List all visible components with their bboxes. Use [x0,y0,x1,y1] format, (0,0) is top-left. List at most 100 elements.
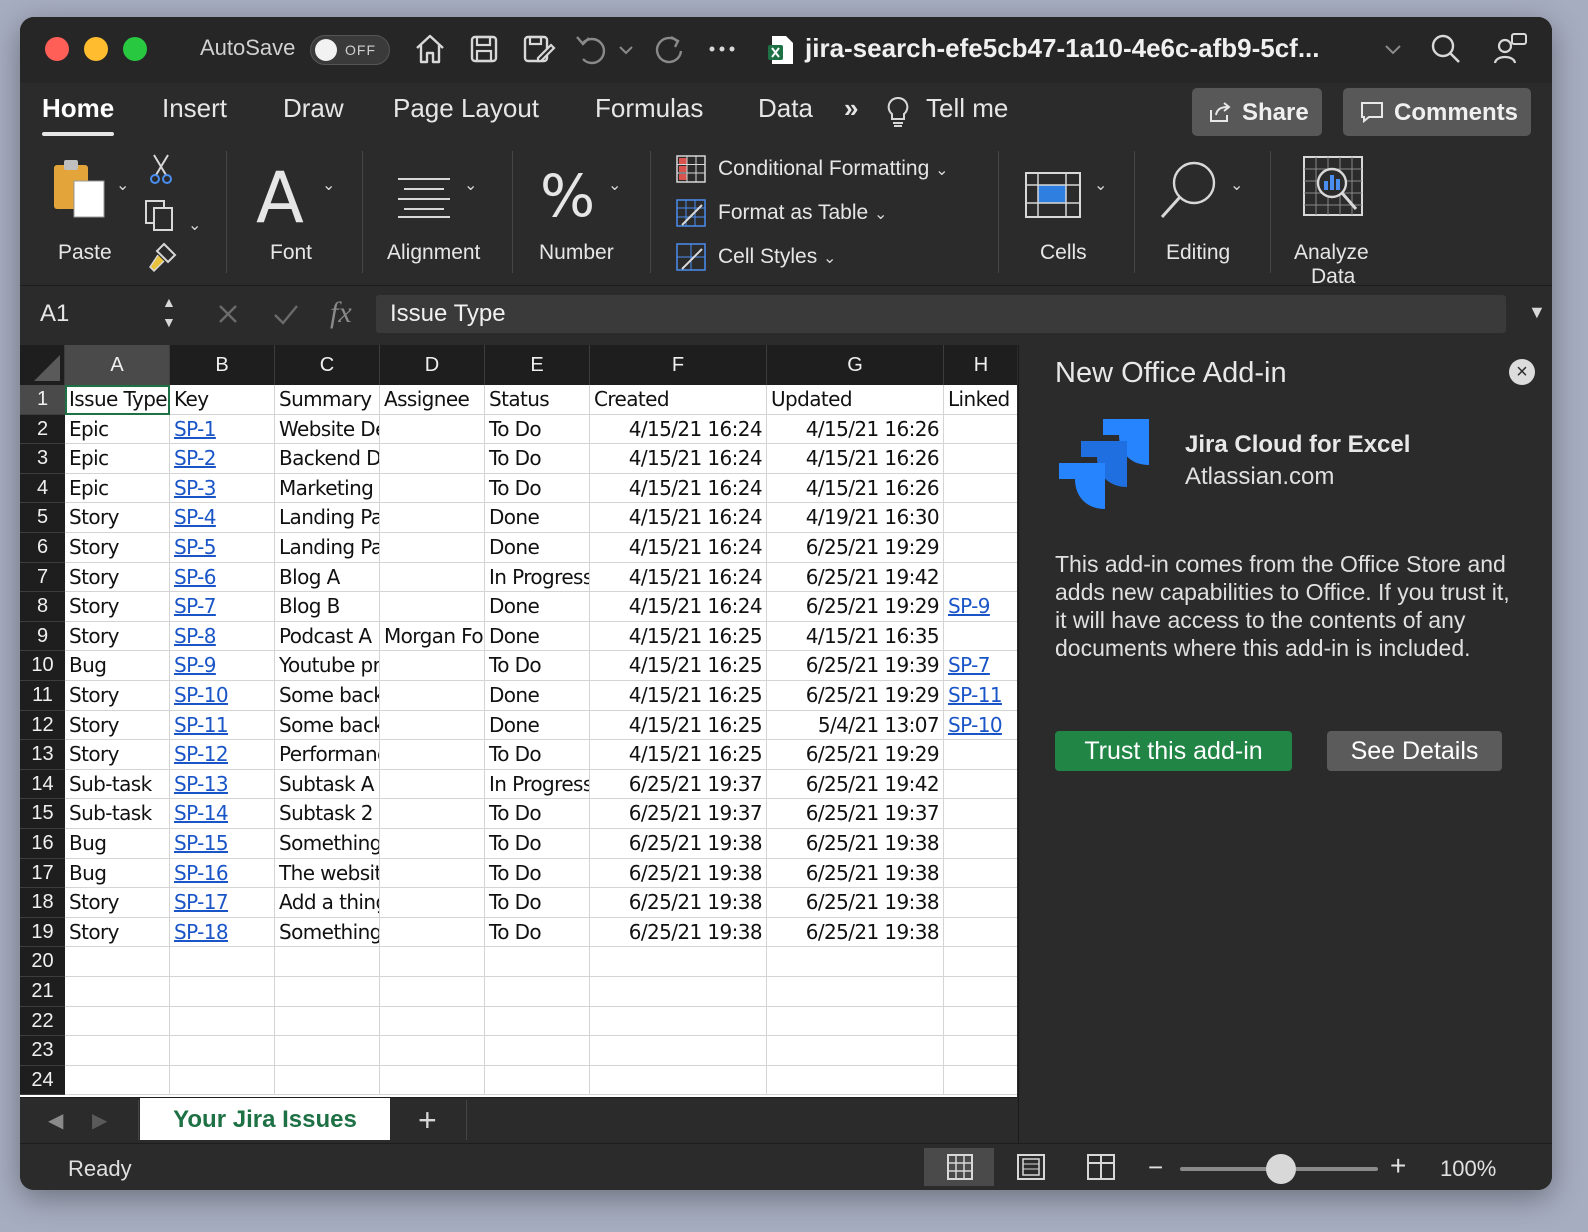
issue-link[interactable]: SP-10 [948,713,1003,737]
table-cell[interactable]: Done [485,621,590,652]
issue-link[interactable]: SP-7 [948,653,990,677]
comments-button[interactable]: Comments [1343,88,1531,136]
fx-icon[interactable]: fx [330,296,352,330]
undo-dropdown-icon[interactable] [616,31,636,67]
table-cell[interactable] [767,947,944,977]
table-cell[interactable]: Done [485,592,590,622]
tab-draw[interactable]: Draw [283,93,344,124]
row-header[interactable]: 5 [20,503,65,533]
table-cell[interactable]: Bug [65,651,170,681]
table-cell[interactable] [65,1065,170,1096]
alignment-icon[interactable] [396,175,452,219]
table-cell[interactable] [767,1006,944,1037]
issue-link[interactable]: SP-16 [174,861,229,885]
row-header[interactable]: 13 [20,740,65,770]
table-cell[interactable] [380,799,485,829]
issue-link[interactable]: SP-17 [174,890,229,914]
table-cell[interactable]: 6/25/21 19:37 [590,799,767,829]
table-cell[interactable]: 6/25/21 19:38 [767,829,944,859]
table-cell[interactable]: SP-7 [944,651,1017,681]
table-cell[interactable] [380,473,485,504]
spreadsheet-grid[interactable]: A B C D E F G H 1 Issue Type Key Summary Assignee Sta… [20,345,1017,1097]
header-cell[interactable]: Key [170,385,275,415]
font-dropdown-icon[interactable]: ⌄ [322,175,335,195]
table-cell[interactable] [944,563,1017,593]
table-cell[interactable]: SP-11 [170,710,275,741]
issue-link[interactable]: SP-15 [174,831,229,855]
table-cell[interactable] [380,977,485,1007]
table-cell[interactable]: SP-2 [170,444,275,474]
conditional-formatting-icon[interactable] [676,155,706,183]
table-cell[interactable]: Backend Dev [275,444,380,474]
more-icon[interactable] [704,31,740,67]
column-header[interactable]: E [485,345,590,385]
paste-dropdown-icon[interactable]: ⌄ [116,175,129,195]
table-cell[interactable]: The website is down [275,858,380,889]
table-cell[interactable]: SP-4 [170,503,275,533]
tell-me-search[interactable]: Tell me [926,93,1008,124]
table-cell[interactable]: 4/15/21 16:25 [590,681,767,711]
issue-link[interactable]: SP-7 [174,594,216,618]
table-cell[interactable] [590,1006,767,1037]
format-as-table-button[interactable]: Format as Table ⌄ [718,201,887,225]
table-cell[interactable]: 6/25/21 19:37 [767,799,944,829]
table-cell[interactable]: SP-5 [170,533,275,563]
table-cell[interactable] [944,977,1017,1007]
issue-link[interactable]: SP-1 [174,417,216,441]
table-cell[interactable] [380,592,485,622]
table-cell[interactable]: Done [485,533,590,563]
table-cell[interactable] [380,1036,485,1066]
table-cell[interactable]: 4/15/21 16:24 [590,533,767,563]
row-header[interactable]: 3 [20,444,65,474]
row-header[interactable]: 7 [20,562,65,593]
row-header[interactable]: 20 [20,947,65,977]
table-cell[interactable]: 4/15/21 16:25 [590,621,767,652]
table-cell[interactable] [380,533,485,563]
issue-link[interactable]: SP-12 [174,742,229,766]
table-cell[interactable] [944,1036,1017,1066]
header-cell[interactable]: Summary [275,385,380,415]
table-cell[interactable]: 4/15/21 16:24 [590,592,767,622]
table-cell[interactable]: 6/25/21 19:38 [590,888,767,918]
issue-link[interactable]: SP-11 [948,683,1003,707]
table-cell[interactable] [170,1006,275,1037]
issue-link[interactable]: SP-14 [174,801,229,825]
table-cell[interactable]: In Progress [485,769,590,800]
table-cell[interactable]: 6/25/21 19:38 [767,917,944,948]
table-cell[interactable]: Sub-task [65,769,170,800]
table-cell[interactable]: 6/25/21 19:42 [767,562,944,593]
name-box-up-icon[interactable]: ▲ [162,294,176,310]
row-header[interactable]: 18 [20,888,65,918]
table-cell[interactable]: SP-7 [170,592,275,622]
table-cell[interactable] [380,1065,485,1096]
page-break-view-button[interactable] [1066,1148,1136,1186]
formula-expand-icon[interactable]: ▼ [1528,302,1546,323]
table-cell[interactable] [380,651,485,681]
column-header[interactable]: D [380,345,485,385]
table-cell[interactable]: To Do [485,473,590,504]
table-cell[interactable]: 4/15/21 16:24 [590,414,767,445]
row-header[interactable]: 8 [20,592,65,622]
name-box[interactable]: A1 ▲ ▼ [20,286,185,342]
row-header[interactable]: 22 [20,1006,65,1037]
table-cell[interactable] [944,799,1017,829]
table-cell[interactable] [380,858,485,889]
table-cell[interactable]: SP-15 [170,829,275,859]
table-cell[interactable]: SP-10 [944,711,1017,741]
table-cell[interactable] [944,740,1017,770]
font-icon[interactable]: A [256,163,304,233]
table-cell[interactable] [380,414,485,445]
table-cell[interactable]: 4/19/21 16:30 [767,503,944,533]
tab-insert[interactable]: Insert [162,93,227,124]
table-cell[interactable]: Story [65,621,170,652]
table-cell[interactable]: To Do [485,799,590,829]
issue-link[interactable]: SP-4 [174,505,216,529]
share-profile-icon[interactable] [1492,31,1528,67]
issue-link[interactable]: SP-2 [174,446,216,470]
table-cell[interactable]: Youtube product tutor [275,651,380,681]
table-cell[interactable]: Podcast A [275,621,380,652]
magnifier-icon[interactable] [1158,159,1220,221]
zoom-slider-knob[interactable] [1266,1154,1296,1184]
table-cell[interactable]: SP-8 [170,621,275,652]
table-cell[interactable] [275,1065,380,1096]
